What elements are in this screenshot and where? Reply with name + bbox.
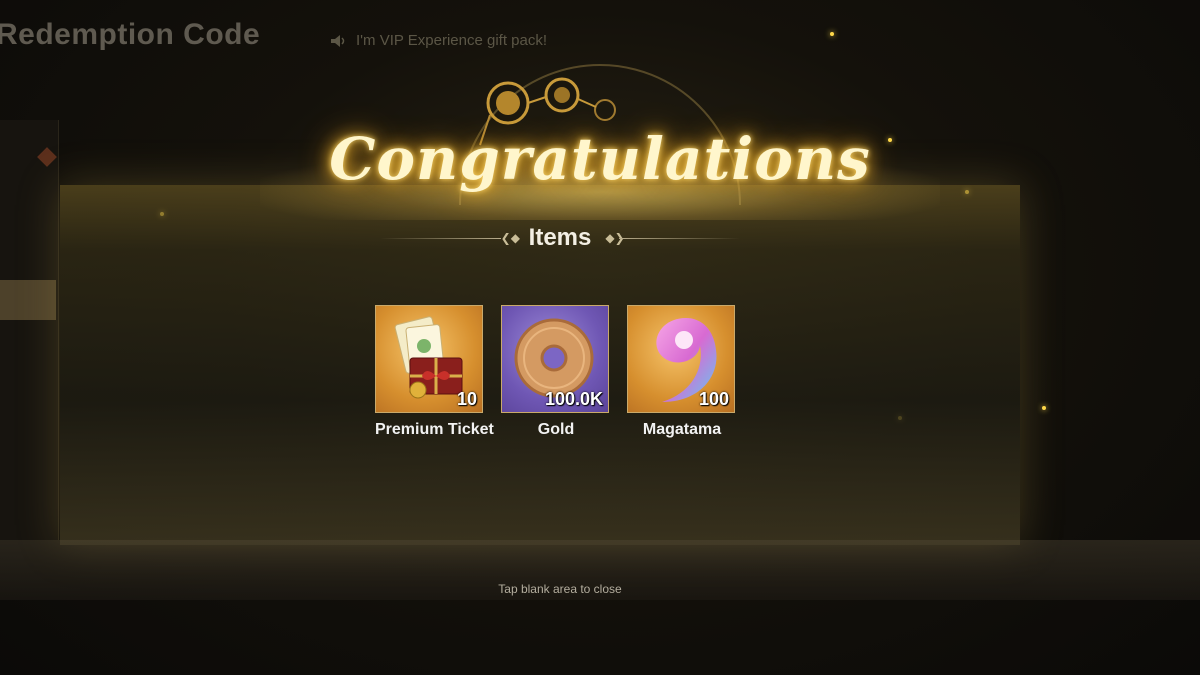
notice-bar: I'm VIP Experience gift pack!	[330, 32, 547, 49]
item-name: Magatama	[642, 421, 722, 438]
sparkle	[1042, 406, 1046, 410]
reward-items-list: 10 Premium Ticket 100.0K Gold 100 Magata…	[372, 305, 752, 445]
ornament-left-icon: ❮◆	[500, 231, 520, 245]
congratulations-heading: Congratulations	[329, 125, 871, 193]
ornament-right-icon: ◆❯	[605, 231, 625, 245]
item-count: 10	[456, 389, 477, 409]
divider-left	[380, 237, 501, 239]
item-name: Premium Ticket	[375, 421, 494, 438]
reward-item-premium-ticket[interactable]: 10 Premium Ticket	[375, 305, 494, 439]
notice-text: I'm VIP Experience gift pack!	[356, 32, 548, 49]
item-name: Gold	[537, 421, 575, 438]
speaker-icon	[330, 34, 348, 48]
items-section-header: ❮◆ Items ◆❯	[380, 222, 741, 254]
item-card[interactable]: 100	[627, 305, 735, 413]
close-hint[interactable]: Tap blank area to close	[0, 582, 1120, 596]
item-card[interactable]: 10	[375, 305, 483, 413]
side-menu	[0, 120, 59, 540]
reward-item-magatama[interactable]: 100 Magatama	[627, 305, 737, 439]
side-menu-item[interactable]	[0, 215, 56, 255]
reward-item-gold[interactable]: 100.0K Gold	[501, 305, 611, 439]
side-menu-item-active[interactable]	[0, 280, 56, 320]
item-card[interactable]: 100.0K	[501, 305, 609, 413]
redemption-code-title: Redemption Code	[0, 18, 261, 51]
items-section-title: Items	[528, 224, 592, 251]
item-count: 100	[698, 389, 729, 409]
divider-right	[619, 237, 741, 239]
item-count: 100.0K	[544, 389, 603, 409]
sparkle	[830, 32, 834, 36]
